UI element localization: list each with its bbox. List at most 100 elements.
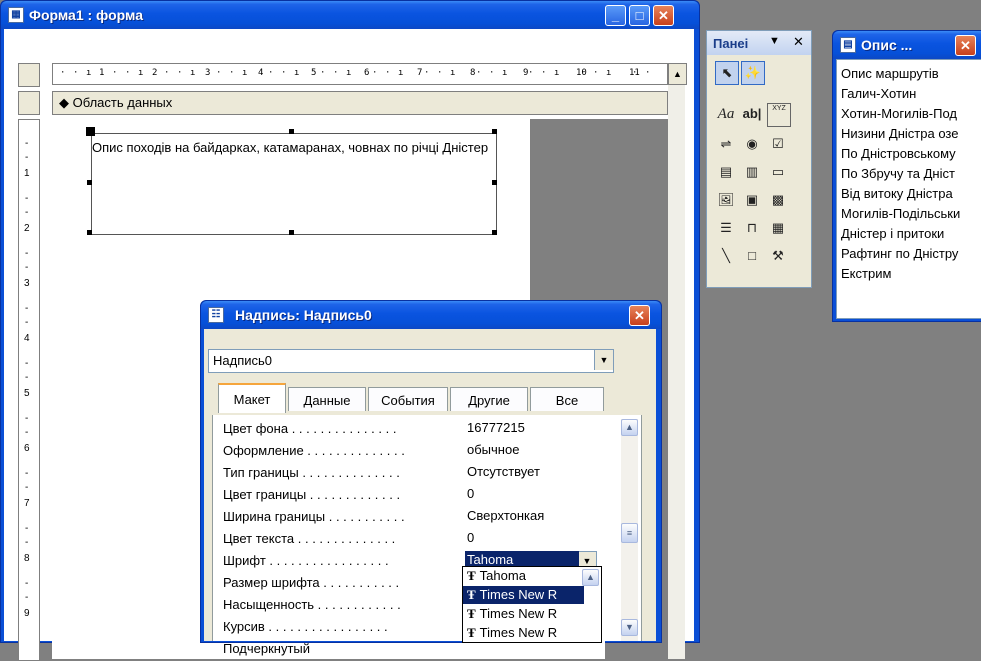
bound-object-frame-icon[interactable]: ▩ bbox=[767, 189, 789, 211]
ruler-tick: - bbox=[25, 592, 29, 603]
list-window-titlebar[interactable]: ▤ Опис ... ✕ bbox=[833, 31, 981, 59]
toolbox-close-icon[interactable]: ✕ bbox=[793, 34, 804, 50]
property-row[interactable]: Тип границы . . . . . . . . . . . . . . О… bbox=[213, 463, 613, 483]
resize-handle[interactable] bbox=[87, 230, 92, 235]
form-window-titlebar[interactable]: ▦ Форма1 : форма _ □ ✕ bbox=[1, 1, 699, 29]
scroll-up-icon[interactable]: ▲ bbox=[621, 419, 638, 436]
move-handle[interactable] bbox=[86, 127, 95, 136]
tab-other[interactable]: Другие bbox=[450, 387, 528, 411]
scrollbar-vertical[interactable] bbox=[668, 85, 685, 659]
section-header[interactable]: ◆ Область данных bbox=[52, 91, 668, 115]
list-item[interactable]: Опис маршрутів bbox=[841, 64, 939, 83]
resize-handle[interactable] bbox=[289, 230, 294, 235]
label-control[interactable]: Опис походів на байдарках, катамаранах, … bbox=[91, 133, 497, 235]
minimize-button[interactable]: _ bbox=[605, 5, 626, 26]
more-controls-icon[interactable]: ⚒ bbox=[767, 245, 789, 267]
resize-handle[interactable] bbox=[289, 129, 294, 134]
option-button-icon[interactable]: ◉ bbox=[741, 133, 763, 155]
object-selector[interactable]: Надпись0 ▼ bbox=[208, 349, 614, 373]
property-sheet-close-button[interactable]: ✕ bbox=[629, 305, 650, 326]
page-break-icon[interactable]: ☰ bbox=[715, 217, 737, 239]
combobox-icon[interactable]: ▤ bbox=[715, 161, 737, 183]
scroll-thumb[interactable]: ≡ bbox=[621, 523, 638, 543]
list-item[interactable]: Від витоку Дністра bbox=[841, 184, 953, 203]
font-option[interactable]: Ŧ Times New R bbox=[463, 605, 584, 623]
resize-handle[interactable] bbox=[87, 180, 92, 185]
tab-events[interactable]: События bbox=[368, 387, 448, 411]
property-value[interactable]: 0 bbox=[465, 485, 605, 505]
ruler-tick: - bbox=[25, 537, 29, 548]
list-item[interactable]: По Дністровському bbox=[841, 144, 956, 163]
object-selector-value: Надпись0 bbox=[213, 353, 273, 368]
ruler-tick: - bbox=[25, 138, 29, 149]
font-option[interactable]: Ŧ Times New R bbox=[463, 624, 584, 642]
list-item[interactable]: Екстрим bbox=[841, 264, 891, 283]
tab-layout[interactable]: Макет bbox=[218, 383, 286, 413]
unbound-object-frame-icon[interactable]: ▣ bbox=[741, 189, 763, 211]
rectangle-icon[interactable]: □ bbox=[741, 245, 763, 267]
listbox-icon[interactable]: ▥ bbox=[741, 161, 763, 183]
command-button-icon[interactable]: ▭ bbox=[767, 161, 789, 183]
list-item[interactable]: По Збручу та Дніст bbox=[841, 164, 955, 183]
scroll-up-button[interactable]: ▲ bbox=[668, 63, 687, 85]
select-objects-icon[interactable]: ⬉ bbox=[715, 61, 739, 85]
font-dropdown-list[interactable]: Ŧ Tahoma Ŧ Times New R Ŧ Times New R Ŧ Times Ne… bbox=[462, 566, 602, 643]
resize-handle[interactable] bbox=[492, 129, 497, 134]
image-icon[interactable]: 🖼 bbox=[715, 189, 737, 211]
ruler-tick: - bbox=[25, 372, 29, 383]
ruler-tick: · bbox=[645, 68, 651, 78]
close-button[interactable]: ✕ bbox=[653, 5, 674, 26]
list-item[interactable]: Хотин-Могилів-Под bbox=[841, 104, 957, 123]
property-scrollbar[interactable]: ▲ ≡ ▼ bbox=[621, 419, 638, 641]
property-row[interactable]: Ширина границы . . . . . . . . . . . Свер… bbox=[213, 507, 613, 527]
tab-data[interactable]: Данные bbox=[288, 387, 366, 411]
tab-control-icon[interactable]: ⊓ bbox=[741, 217, 763, 239]
property-row[interactable]: Цвет границы . . . . . . . . . . . . . 0 bbox=[213, 485, 613, 505]
property-sheet-titlebar[interactable]: ☷ Надпись: Надпись0 ✕ bbox=[201, 301, 661, 329]
scroll-down-icon[interactable]: ▼ bbox=[621, 619, 638, 636]
vertical-ruler[interactable]: 1 - - 2 - - 3 - - 4 - - 5 - - 6 - - 7 - - 8 - - 9 - - bbox=[18, 119, 40, 661]
toggle-button-icon[interactable]: ⇌ bbox=[715, 133, 737, 155]
list-window-close-button[interactable]: ✕ bbox=[955, 35, 976, 56]
list-item[interactable]: Дністер і притоки bbox=[841, 224, 944, 243]
resize-handle[interactable] bbox=[492, 230, 497, 235]
maximize-button[interactable]: □ bbox=[629, 5, 650, 26]
list-window-title: Опис ... bbox=[861, 37, 913, 53]
property-value[interactable]: Сверхтонкая bbox=[465, 507, 605, 527]
section-selector[interactable] bbox=[18, 91, 40, 115]
list-item[interactable]: Галич-Хотин bbox=[841, 84, 916, 103]
property-value[interactable]: 0 bbox=[465, 529, 605, 549]
property-row[interactable]: Оформление . . . . . . . . . . . . . . об… bbox=[213, 441, 613, 461]
ruler-tick: · bbox=[437, 68, 443, 78]
ruler-number: 6 bbox=[24, 443, 30, 454]
property-value[interactable]: Отсутствует bbox=[465, 463, 605, 483]
ruler-tick: ı bbox=[294, 68, 300, 78]
property-row[interactable]: Цвет текста . . . . . . . . . . . . . . 0 bbox=[213, 529, 613, 549]
font-list-scroll-up-icon[interactable]: ▲ bbox=[582, 569, 599, 586]
property-row[interactable]: Цвет фона . . . . . . . . . . . . . . . 1… bbox=[213, 419, 613, 439]
horizontal-ruler[interactable]: 1 2 3 4 5 6 7 8 9 10 11 · · ı · · ı · · ı · · ı · · ı · · ı · · ı · · ı · · ı… bbox=[52, 63, 668, 85]
ruler-tick: - bbox=[25, 193, 29, 204]
property-value[interactable]: обычное bbox=[465, 441, 605, 461]
toolbox-menu-icon[interactable]: ▼ bbox=[769, 35, 780, 47]
label-icon[interactable]: Aa bbox=[715, 103, 737, 125]
list-window-body: Опис маршрутів Галич-Хотин Хотин-Могилів-П… bbox=[836, 59, 981, 319]
list-item[interactable]: Рафтинг по Дністру bbox=[841, 244, 958, 263]
font-option[interactable]: Ŧ Times New R bbox=[463, 586, 584, 604]
toolbox-titlebar[interactable]: Панеі ▼ ✕ bbox=[707, 31, 811, 55]
resize-handle[interactable] bbox=[492, 180, 497, 185]
list-item[interactable]: Могилів-Подільськи bbox=[841, 204, 960, 223]
object-selector-dropdown-button[interactable]: ▼ bbox=[594, 350, 613, 370]
option-group-icon[interactable]: XYZ bbox=[767, 103, 791, 127]
list-item[interactable]: Низини Дністра озе bbox=[841, 124, 958, 143]
subform-icon[interactable]: ▦ bbox=[767, 217, 789, 239]
property-value[interactable]: 16777215 bbox=[465, 419, 605, 439]
line-icon[interactable]: ╲ bbox=[715, 245, 737, 267]
ruler-tick: - bbox=[25, 303, 29, 314]
font-option[interactable]: Ŧ Tahoma bbox=[463, 567, 584, 585]
textbox-icon[interactable]: ab| bbox=[741, 103, 763, 125]
tab-all[interactable]: Все bbox=[530, 387, 604, 411]
ruler-corner[interactable] bbox=[18, 63, 40, 87]
control-wizards-icon[interactable]: ✨ bbox=[741, 61, 765, 85]
checkbox-icon[interactable]: ☑ bbox=[767, 133, 789, 155]
